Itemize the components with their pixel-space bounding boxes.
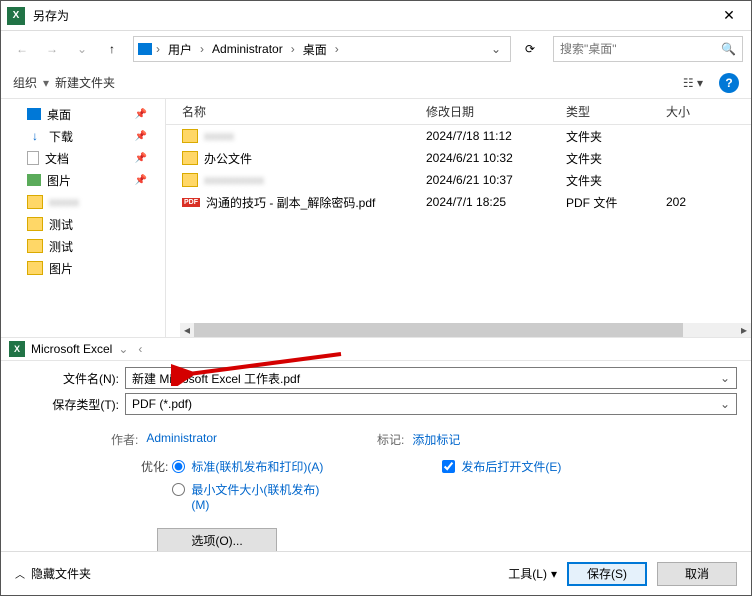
filename-label: 文件名(N): (15, 370, 125, 387)
breadcrumb[interactable]: › 用户 › Administrator › 桌面 › ⌄ (133, 36, 511, 62)
scroll-left-icon[interactable]: ◂ (180, 323, 194, 337)
breadcrumb-seg-admin[interactable]: Administrator (208, 42, 287, 56)
filetype-label: 保存类型(T): (15, 396, 125, 413)
nav-forward-button[interactable]: → (39, 37, 65, 61)
scroll-thumb[interactable] (194, 323, 683, 337)
sidebar-item-folder[interactable]: xxxxx (1, 191, 165, 213)
excel-icon: X (9, 341, 25, 357)
file-row[interactable]: PDF沟通的技巧 - 副本_解除密码.pdf 2024/7/1 18:25 PD… (166, 191, 751, 213)
cancel-button[interactable]: 取消 (657, 562, 737, 586)
optimize-standard-radio[interactable] (172, 460, 185, 473)
sidebar-item-documents[interactable]: 文档📌 (1, 147, 165, 169)
help-icon[interactable]: ? (719, 73, 739, 93)
pin-icon: 📌 (135, 153, 147, 164)
chevron-right-icon[interactable]: › (333, 42, 341, 56)
horizontal-scrollbar[interactable]: ◂ ▸ (180, 323, 751, 337)
folder-icon (27, 239, 43, 253)
chevron-right-icon[interactable]: › (289, 42, 297, 56)
tags-value[interactable]: 添加标记 (412, 431, 460, 448)
chevron-left-icon[interactable]: ‹ (138, 342, 142, 356)
breadcrumb-seg-desktop[interactable]: 桌面 (299, 41, 331, 58)
chevron-right-icon[interactable]: › (154, 42, 162, 56)
column-header-type[interactable]: 类型 (566, 103, 666, 120)
excel-app-icon: X (7, 7, 25, 25)
sidebar-item-downloads[interactable]: ↓下载📌 (1, 125, 165, 147)
search-icon[interactable]: 🔍 (721, 42, 736, 56)
search-box[interactable]: 🔍 (553, 36, 743, 62)
file-row[interactable]: xxxxx 2024/7/18 11:12 文件夹 (166, 125, 751, 147)
optimize-label: 优化: (141, 458, 168, 475)
refresh-button[interactable]: ⟳ (517, 37, 543, 61)
pin-icon: 📌 (135, 109, 147, 120)
tags-label: 标记: (377, 431, 404, 448)
sidebar-item-test2[interactable]: 测试 (1, 235, 165, 257)
open-after-checkbox[interactable] (442, 460, 455, 473)
chevron-down-icon: ▾ (551, 567, 557, 581)
pin-icon: 📌 (135, 131, 147, 142)
optimize-minimum-label[interactable]: 最小文件大小(联机发布)(M) (191, 481, 332, 512)
chevron-up-icon: ︿ (15, 566, 25, 581)
sidebar-item-pictures2[interactable]: 图片 (1, 257, 165, 279)
new-folder-button[interactable]: 新建文件夹 (55, 74, 115, 91)
folder-icon (182, 173, 198, 187)
tools-menu[interactable]: 工具(L) ▾ (508, 565, 557, 582)
pin-icon: 📌 (135, 175, 147, 186)
file-row[interactable]: xxxxxxxxxx 2024/6/21 10:37 文件夹 (166, 169, 751, 191)
optimize-minimum-radio[interactable] (172, 483, 185, 496)
file-row[interactable]: 办公文件 2024/6/21 10:32 文件夹 (166, 147, 751, 169)
column-header-date[interactable]: 修改日期 (426, 103, 566, 120)
drive-icon (138, 43, 152, 55)
chevron-down-icon[interactable]: ⌄ (118, 342, 128, 356)
search-input[interactable] (560, 42, 721, 56)
options-button[interactable]: 选项(O)... (157, 528, 277, 552)
folder-icon (27, 261, 43, 275)
filetype-select[interactable]: PDF (*.pdf) (125, 393, 737, 415)
nav-recent-button[interactable]: ⌄ (69, 37, 95, 61)
path-indicator[interactable]: Microsoft Excel (31, 342, 112, 356)
view-mode-button[interactable]: ☷ ▾ (679, 74, 707, 92)
folder-icon (182, 151, 198, 165)
dialog-title: 另存为 (33, 7, 707, 24)
optimize-standard-label[interactable]: 标准(联机发布和打印)(A) (191, 458, 323, 475)
scroll-right-icon[interactable]: ▸ (737, 323, 751, 337)
desktop-icon (27, 108, 41, 120)
file-list: 名称 修改日期 类型 大小 xxxxx 2024/7/18 11:12 文件夹 … (165, 99, 751, 337)
author-label: 作者: (111, 431, 138, 448)
chevron-right-icon[interactable]: › (198, 42, 206, 56)
organize-menu[interactable]: 组织 (13, 74, 37, 91)
folder-icon (182, 129, 198, 143)
nav-tree: 桌面📌 ↓下载📌 文档📌 图片📌 xxxxx 测试 测试 图片 (1, 99, 165, 337)
save-button[interactable]: 保存(S) (567, 562, 647, 586)
nav-back-button[interactable]: ← (9, 37, 35, 61)
open-after-label[interactable]: 发布后打开文件(E) (461, 458, 561, 475)
column-header-name[interactable]: 名称 (166, 103, 426, 120)
breadcrumb-seg-users[interactable]: 用户 (164, 41, 196, 58)
hide-folders-toggle[interactable]: ︿ 隐藏文件夹 (15, 565, 91, 582)
download-icon: ↓ (27, 129, 43, 143)
pictures-icon (27, 174, 41, 186)
sidebar-item-pictures[interactable]: 图片📌 (1, 169, 165, 191)
sidebar-item-test1[interactable]: 测试 (1, 213, 165, 235)
folder-icon (27, 195, 43, 209)
filename-input[interactable]: 新建 Microsoft Excel 工作表.pdf (125, 367, 737, 389)
chevron-down-icon: ▾ (43, 76, 49, 90)
sidebar-item-desktop[interactable]: 桌面📌 (1, 103, 165, 125)
document-icon (27, 151, 39, 165)
column-header-size[interactable]: 大小 (666, 103, 726, 120)
breadcrumb-dropdown[interactable]: ⌄ (486, 42, 506, 56)
author-value[interactable]: Administrator (146, 431, 217, 445)
folder-icon (27, 217, 43, 231)
nav-up-button[interactable]: ↑ (99, 37, 125, 61)
pdf-icon: PDF (182, 198, 200, 207)
close-button[interactable]: ✕ (707, 1, 751, 31)
